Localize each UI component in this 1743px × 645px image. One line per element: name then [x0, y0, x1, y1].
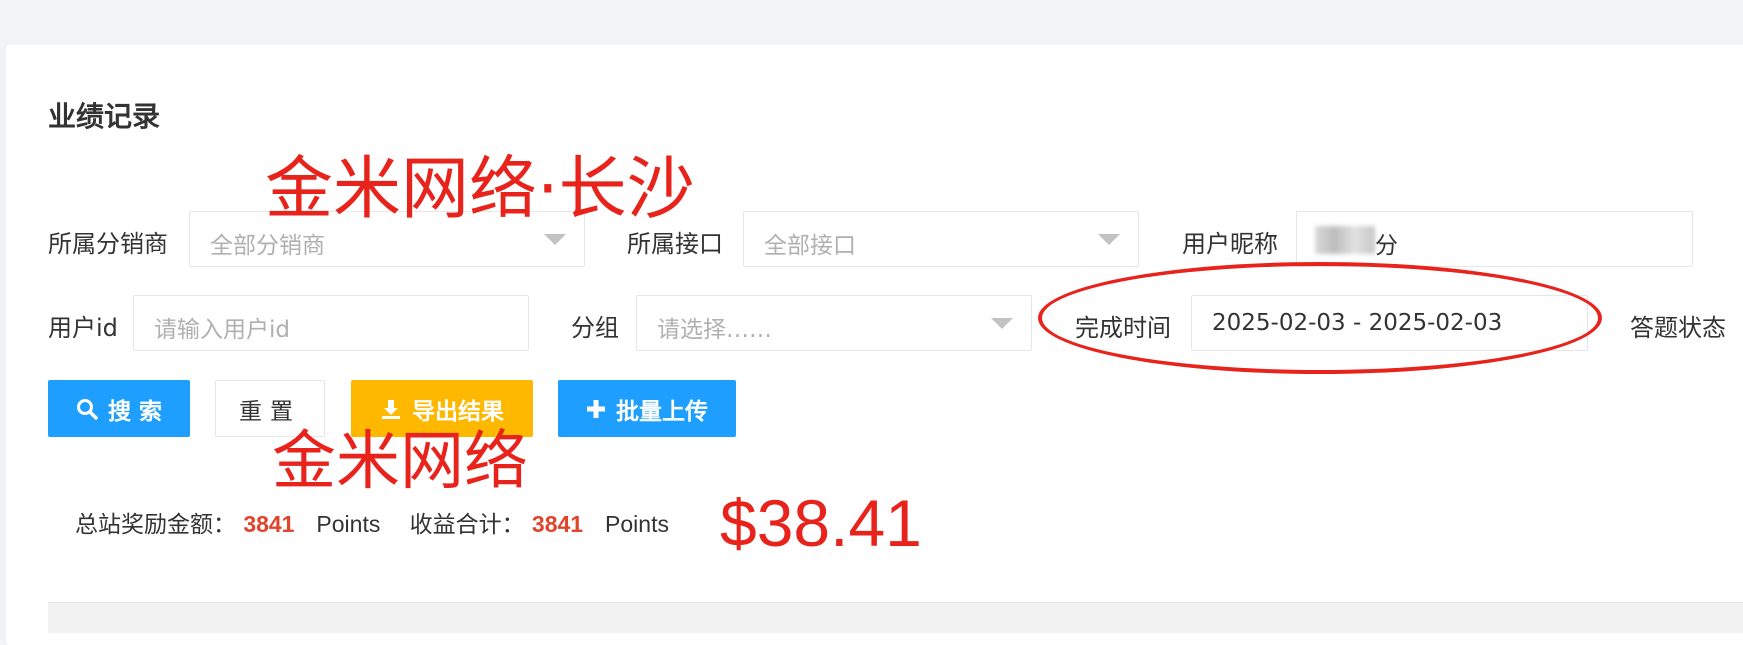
reward-unit: Points [316, 511, 381, 537]
redacted-text [1315, 226, 1375, 254]
nickname-label: 用户昵称 [1182, 230, 1278, 258]
group-select[interactable]: 请选择…… [636, 295, 1032, 351]
batch-upload-button-label: 批量上传 [616, 398, 708, 425]
user-id-label: 用户id [48, 314, 118, 342]
nickname-value: 分 [1375, 233, 1398, 259]
user-id-placeholder: 请输入用户id [154, 317, 290, 343]
search-button[interactable]: 搜 索 [48, 380, 190, 437]
income-label: 收益合计： [409, 512, 525, 538]
reward-label: 总站奖励金额： [75, 512, 236, 538]
highlight-ellipse [1038, 262, 1602, 374]
reward-value: 3841 [243, 511, 295, 537]
income-value: 3841 [531, 511, 584, 537]
caret-down-icon [544, 234, 566, 245]
amount-annotation: $38.41 [720, 486, 922, 560]
stats-line: 总站奖励金额： 3841 Points 收益合计： 3841 Points [75, 505, 669, 539]
watermark-top: 金米网络·长沙 [265, 150, 695, 229]
table-header-strip [48, 602, 1743, 633]
group-placeholder: 请选择…… [657, 317, 772, 343]
batch-upload-button[interactable]: 批量上传 [558, 380, 736, 437]
nickname-input[interactable]: 分 [1296, 211, 1693, 267]
interface-select[interactable]: 全部接口 [743, 211, 1139, 267]
caret-down-icon [1098, 234, 1120, 245]
income-unit: Points [605, 511, 669, 537]
group-label: 分组 [571, 314, 619, 342]
search-button-label: 搜 索 [107, 398, 162, 425]
page-title: 业绩记录 [48, 100, 161, 133]
answer-status-label: 答题状态 [1630, 314, 1726, 342]
distributor-label: 所属分销商 [48, 230, 168, 258]
caret-down-icon [991, 318, 1013, 329]
user-id-input[interactable]: 请输入用户id [133, 295, 529, 351]
interface-placeholder: 全部接口 [764, 233, 856, 259]
search-icon [76, 398, 98, 420]
watermark-middle: 金米网络 [272, 425, 528, 499]
plus-icon [587, 399, 605, 418]
